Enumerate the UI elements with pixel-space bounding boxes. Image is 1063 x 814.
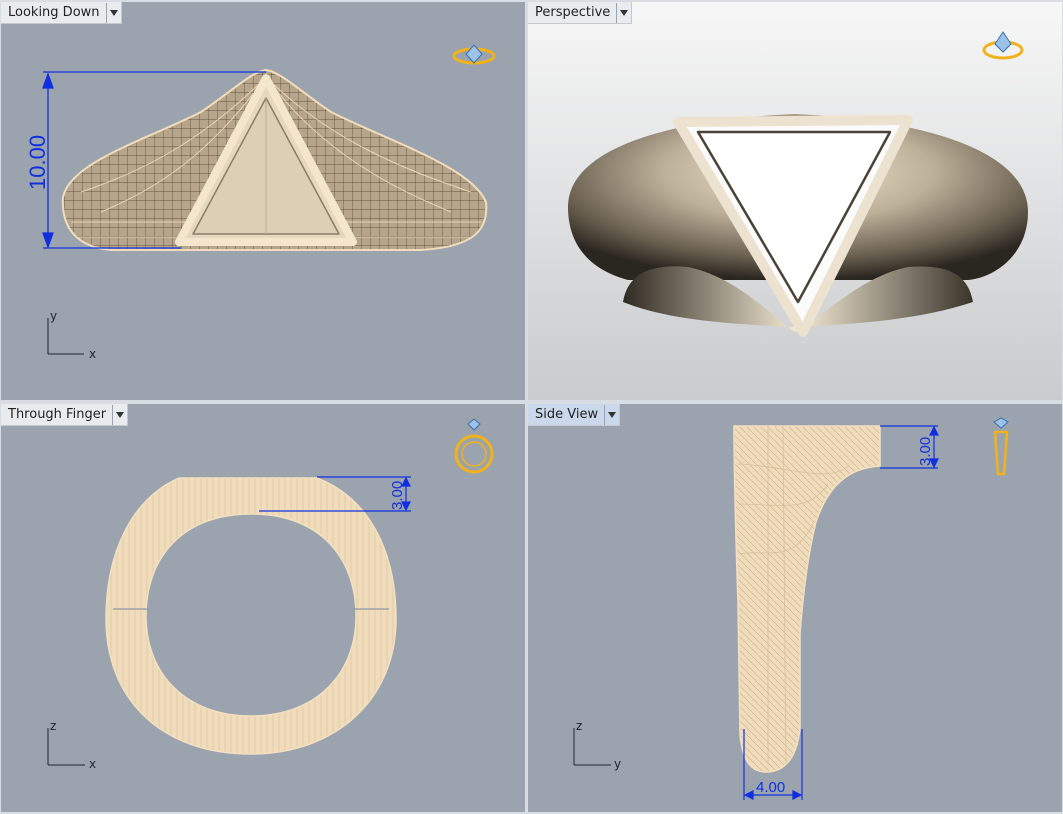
- axis-triad: [47, 318, 84, 355]
- front-view-scene: 3.00 z x: [47, 476, 411, 771]
- ring-view-widget-icon[interactable]: [449, 416, 499, 480]
- axis-h-label: x: [89, 757, 96, 771]
- ring-side-outline: [733, 425, 881, 773]
- chevron-down-icon[interactable]: [616, 2, 631, 23]
- axis-triad: [573, 728, 611, 766]
- viewport-title: Looking Down: [8, 5, 100, 20]
- viewport-title: Side View: [535, 407, 599, 422]
- viewport-tab[interactable]: Through Finger: [1, 404, 129, 426]
- side-view-scene: 3.00 4.00 z y: [573, 425, 939, 800]
- viewport-title: Through Finger: [8, 407, 107, 422]
- viewport-side-view[interactable]: 3.00 4.00 z y Side View: [528, 404, 1062, 812]
- viewport-tab[interactable]: Perspective: [528, 2, 633, 24]
- dimension-top-label: 3.00: [917, 437, 934, 466]
- axis-h-label: y: [614, 757, 621, 771]
- dimension-bottom-label: 4.00: [756, 779, 785, 796]
- ring-front-outline: [105, 477, 397, 755]
- chevron-down-icon[interactable]: [604, 404, 619, 425]
- ring-view-widget-icon[interactable]: [986, 416, 1016, 486]
- viewport-perspective[interactable]: Perspective: [528, 2, 1062, 400]
- axis-h-label: x: [89, 347, 96, 361]
- top-view-scene: 10.00 y x: [25, 68, 488, 361]
- dimension-label: 3.00: [389, 481, 406, 510]
- axis-v-label: y: [50, 309, 57, 323]
- axis-v-label: z: [50, 719, 56, 733]
- chevron-down-icon[interactable]: [112, 404, 127, 425]
- viewport-tab[interactable]: Looking Down: [1, 2, 122, 24]
- viewport-looking-down[interactable]: 10.00 y x Looking Down: [1, 2, 525, 400]
- ring-view-widget-icon[interactable]: [978, 28, 1028, 68]
- chevron-down-icon[interactable]: [105, 2, 121, 23]
- axis-v-label: z: [576, 719, 582, 733]
- dimension-label: 10.00: [25, 135, 50, 190]
- ring-view-widget-icon[interactable]: [449, 40, 499, 74]
- viewport-title: Perspective: [535, 5, 611, 20]
- axis-triad: [47, 728, 85, 766]
- viewport-tab[interactable]: Side View: [528, 404, 621, 426]
- viewport-through-finger[interactable]: 3.00 z x Through Finger: [1, 404, 525, 812]
